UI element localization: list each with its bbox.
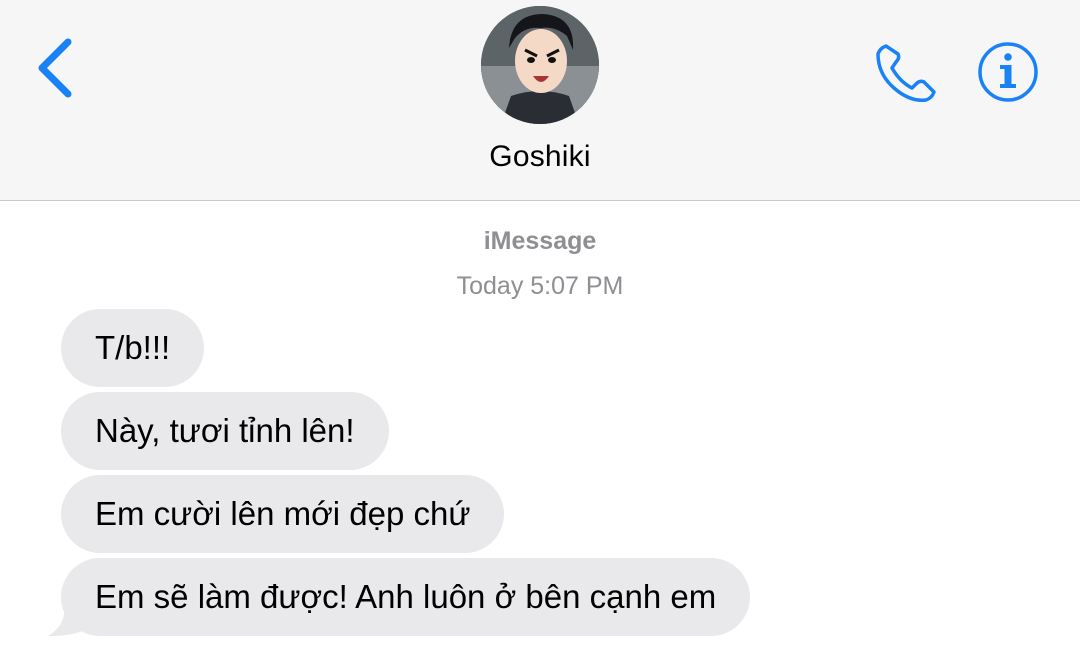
message-timestamp: Today 5:07 PM (456, 272, 624, 300)
service-label: iMessage (483, 227, 597, 255)
message-bubble[interactable]: Này, tươi tỉnh lên! (61, 392, 389, 470)
call-button[interactable] (872, 40, 938, 106)
info-button[interactable] (976, 40, 1040, 104)
contact-name[interactable]: Goshiki (0, 140, 1080, 174)
info-icon (978, 42, 1038, 102)
back-button[interactable] (34, 36, 78, 100)
message-bubble[interactable]: Em cười lên mới đẹp chứ (61, 475, 505, 553)
conversation-header: Goshiki (0, 0, 1080, 201)
message-bubble[interactable]: Em sẽ làm được! Anh luôn ở bên cạnh em (61, 558, 751, 636)
message-bubble[interactable]: T/b!!! (61, 309, 205, 387)
avatar-image (481, 6, 599, 124)
contact-avatar[interactable] (481, 6, 599, 124)
chevron-left-icon (38, 38, 72, 98)
phone-icon (876, 44, 936, 102)
bubble-tail (48, 594, 84, 636)
